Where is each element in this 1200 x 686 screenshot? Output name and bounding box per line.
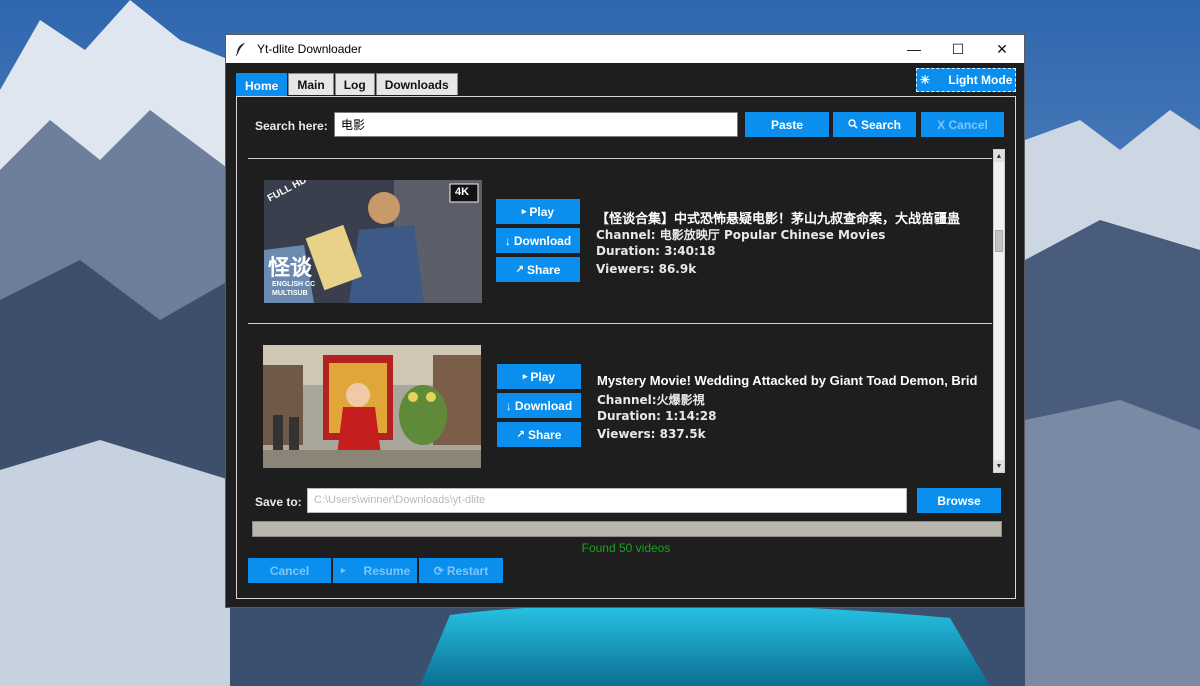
search-label: Search here: [255,119,328,133]
minimize-button[interactable]: — [892,35,936,63]
close-button[interactable]: ✕ [980,35,1024,63]
tab-bar: Home Main Log Downloads [236,73,459,97]
scroll-up-icon[interactable]: ▲ [994,150,1004,162]
scroll-down-icon[interactable]: ▼ [994,460,1004,472]
divider [248,323,992,324]
divider [248,158,992,159]
play-label: Play [530,369,556,384]
search-button-label: Search [860,117,902,132]
cancel-button[interactable]: Cancel [248,558,331,583]
video-thumbnail[interactable]: FULL HD 4K 怪谈 ENGLISH CC MULTISUB [264,180,482,303]
viewers-label: Viewers: [597,427,656,441]
home-panel: Search here: 电影 Paste Search X Cancel FU… [236,96,1016,599]
browse-label: Browse [937,493,981,508]
video-thumbnail[interactable] [263,345,481,468]
light-mode-label: Light Mode [948,73,1013,87]
play-icon: ▸ [522,371,528,381]
share-label: Share [528,427,562,442]
video-title[interactable]: Mystery Movie! Wedding Attacked by Giant… [597,373,977,388]
viewers-label: Viewers: [596,262,655,276]
cancel-search-label: X Cancel [937,117,988,132]
channel-value: 电影放映厅 Popular Chinese Movies [659,228,886,242]
download-button[interactable]: ↓ Download [497,393,581,418]
duration-value: 3:40:18 [664,244,716,258]
channel-label: Channel: [597,393,657,407]
share-button[interactable]: ↗ Share [496,257,580,282]
share-button[interactable]: ↗ Share [497,422,581,447]
share-icon: ↗ [515,264,525,275]
paste-button[interactable]: Paste [745,112,829,137]
viewers-value: 837.5k [659,427,706,441]
multisub-badge: MULTISUB [272,290,308,297]
sun-icon: ☀ [919,73,931,87]
save-to-label: Save to: [255,495,302,509]
restart-label: Restart [446,563,489,578]
duration-label: Duration: [597,409,661,423]
status-text: Found 50 videos [581,541,671,555]
download-label: Download [514,398,573,413]
cancel-search-button[interactable]: X Cancel [921,112,1004,137]
download-label: Download [513,233,572,248]
download-icon: ↓ [504,233,511,248]
results-scrollbar[interactable]: ▲ ▼ [993,149,1005,473]
channel-label: Channel: [596,228,656,242]
save-path-input[interactable]: C:\Users\winner\Downloads\yt-dlite [307,488,907,513]
download-button[interactable]: ↓ Download [496,228,580,253]
video-viewers: Viewers: 86.9k [596,262,696,276]
share-icon: ↗ [516,429,526,440]
paste-button-label: Paste [770,117,804,132]
window-title: Yt-dlite Downloader [257,42,362,56]
tab-log[interactable]: Log [334,73,375,95]
video-viewers: Viewers: 837.5k [597,427,706,441]
progress-bar [252,521,1002,537]
download-icon: ↓ [505,398,512,413]
viewers-value: 86.9k [658,262,697,276]
resume-label: Resume [363,563,411,578]
title-bar[interactable]: Yt-dlite Downloader — ☐ ✕ [226,35,1024,63]
english-cc-badge: ENGLISH CC [272,281,316,288]
duration-label: Duration: [596,244,660,258]
thumbnail-title-text: 怪谈 [268,256,313,281]
play-icon: ▸ [521,206,527,216]
cancel-label: Cancel [269,563,310,578]
share-label: Share [527,262,561,277]
channel-value: 火爆影視 [656,393,705,407]
tab-downloads[interactable]: Downloads [375,73,458,95]
play-label: Play [529,204,555,219]
4k-badge: 4K [455,186,470,198]
resume-icon: ▸ [341,565,346,575]
search-input[interactable]: 电影 [334,112,738,137]
results-list[interactable]: FULL HD 4K 怪谈 ENGLISH CC MULTISUB ▸ Play… [248,152,993,472]
video-channel: Channel:火爆影視 [597,391,705,408]
feather-icon [235,42,249,56]
resume-button[interactable]: ▸ Resume [333,558,417,583]
light-mode-toggle[interactable]: ☀ Light Mode [916,68,1016,92]
search-icon [848,118,858,132]
browse-button[interactable]: Browse [917,488,1001,513]
tab-main[interactable]: Main [288,73,334,95]
search-button[interactable]: Search [833,112,916,137]
restart-button[interactable]: ⟳ Restart [419,558,503,583]
video-duration: Duration: 1:14:28 [597,409,717,423]
duration-value: 1:14:28 [665,409,717,423]
play-button[interactable]: ▸ Play [497,364,581,389]
scrollbar-thumb[interactable] [995,230,1003,252]
video-channel: Channel: 电影放映厅 Popular Chinese Movies [596,226,885,243]
tab-home[interactable]: Home [236,73,288,97]
restart-icon: ⟳ [433,563,444,578]
video-duration: Duration: 3:40:18 [596,244,716,258]
maximize-button[interactable]: ☐ [936,35,980,63]
app-window: Yt-dlite Downloader — ☐ ✕ Home Main Log … [225,34,1025,608]
video-title[interactable]: 【怪谈合集】中式恐怖悬疑电影！茅山九叔查命案，大战苗疆蛊 [596,208,976,227]
play-button[interactable]: ▸ Play [496,199,580,224]
